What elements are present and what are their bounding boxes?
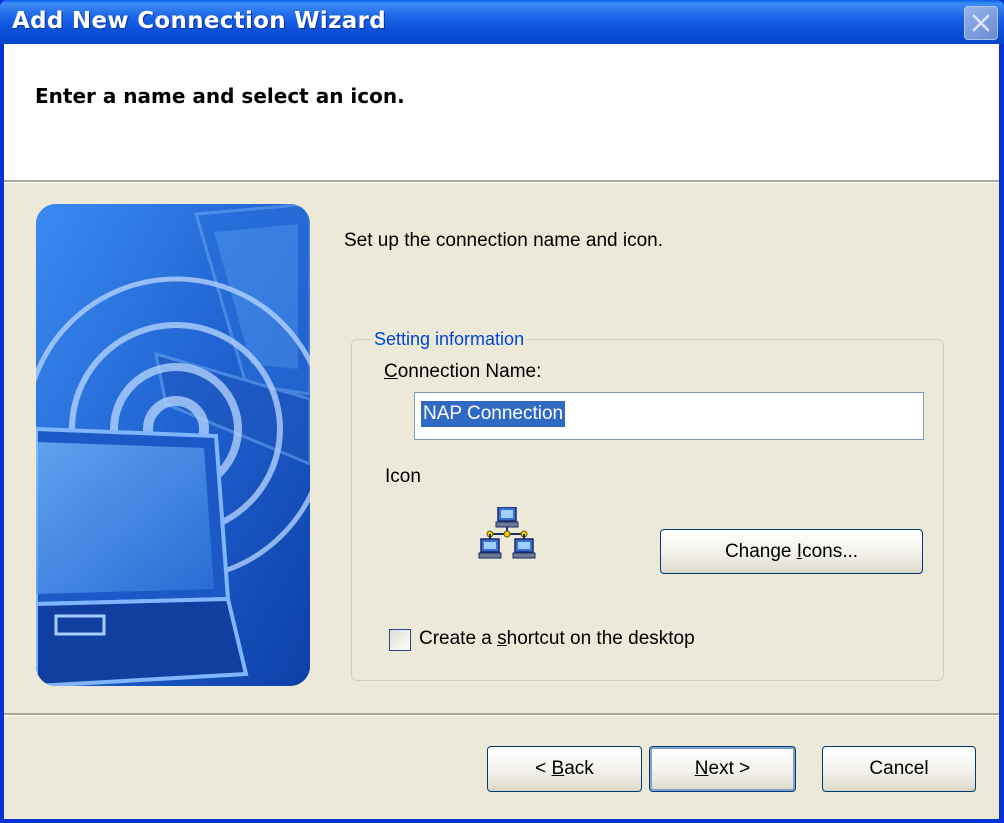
wizard-illustration [36, 204, 310, 686]
desktop-shortcut-label[interactable]: Create a shortcut on the desktop [419, 628, 695, 650]
close-button[interactable] [964, 6, 998, 40]
page-title: Enter a name and select an icon. [35, 84, 405, 108]
wizard-header: Enter a name and select an icon. [4, 44, 999, 180]
network-connection-icon [478, 507, 536, 559]
footer-divider [4, 713, 999, 716]
next-button[interactable]: Next > [649, 746, 796, 792]
icon-label: Icon [385, 466, 421, 487]
close-icon [972, 14, 990, 32]
connection-name-label: Connection Name: [384, 361, 542, 382]
window-title: Add New Connection Wizard [12, 8, 387, 34]
desktop-shortcut-checkbox[interactable] [389, 629, 411, 651]
header-divider [4, 180, 999, 183]
change-icons-button[interactable]: Change Icons... [660, 529, 923, 574]
dialog-body: Enter a name and select an icon. Set up … [4, 44, 999, 819]
lead-text: Set up the connection name and icon. [344, 230, 664, 251]
group-legend: Setting information [374, 329, 525, 349]
title-bar[interactable]: Add New Connection Wizard [0, 0, 1004, 44]
wizard-window: Add New Connection Wizard Enter a name a… [0, 0, 1004, 823]
connection-name-value: NAP Connection [421, 401, 566, 427]
back-button[interactable]: < Back [487, 746, 642, 792]
cancel-button[interactable]: Cancel [822, 746, 976, 792]
connection-name-input[interactable]: NAP Connection [414, 392, 924, 440]
